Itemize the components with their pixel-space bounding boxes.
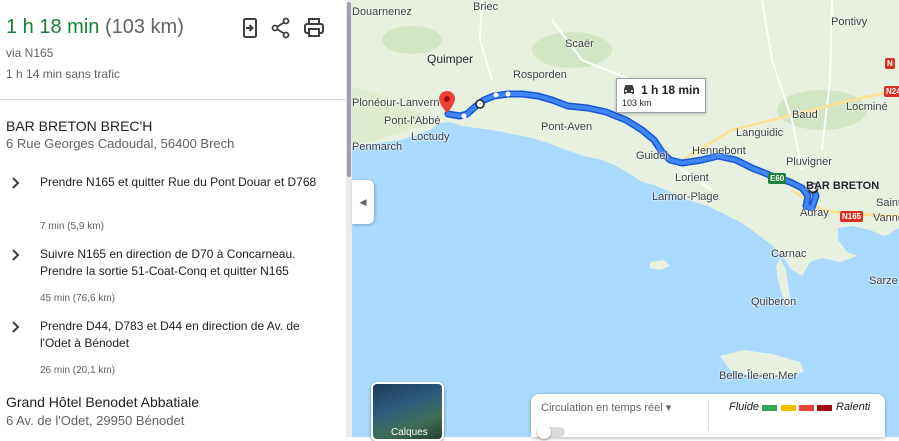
car-icon bbox=[624, 85, 634, 94]
print-button[interactable] bbox=[302, 16, 326, 40]
traffic-swatch-fluid bbox=[762, 405, 777, 411]
map-label-baud: Baud bbox=[792, 109, 818, 121]
collapse-panel-button[interactable]: ◀ bbox=[352, 180, 374, 224]
map-label-ploneour: Plonéour-Lanvern bbox=[352, 97, 440, 109]
chevron-left-icon: ◀ bbox=[359, 196, 367, 207]
map-label-hennebont: Hennebont bbox=[692, 145, 746, 157]
map-label-locmine: Locminé bbox=[846, 101, 888, 113]
road-shield-n: N bbox=[885, 58, 895, 69]
map-label-douarnenez: Douarnenez bbox=[352, 6, 412, 18]
divider bbox=[0, 99, 346, 100]
map-label-quiberon: Quiberon bbox=[751, 296, 797, 308]
traffic-slow-label: Ralenti bbox=[836, 401, 871, 413]
map-label-pont-labbe: Pont-l'Abbé bbox=[384, 115, 441, 127]
layers-label: Calques bbox=[391, 427, 428, 438]
step-instruction: Suivre N165 en direction de D70 à Concar… bbox=[40, 247, 296, 278]
map-label-pluvigner: Pluvigner bbox=[786, 156, 832, 168]
route-info-callout[interactable]: 1 h 18 min 103 km bbox=[616, 78, 706, 113]
map-label-rosporden: Rosporden bbox=[513, 69, 567, 81]
route-no-traffic-time: 1 h 14 min sans trafic bbox=[6, 67, 121, 81]
traffic-dropdown-label: Circulation en temps réel bbox=[541, 402, 663, 414]
traffic-legend: Circulation en temps réel ▾ Fluide Ralen… bbox=[531, 394, 885, 439]
traffic-dropdown[interactable]: Circulation en temps réel ▾ bbox=[541, 401, 671, 414]
chevron-right-icon bbox=[12, 249, 20, 261]
chevron-right-icon bbox=[12, 321, 20, 333]
traffic-fluid-label: Fluide bbox=[729, 401, 759, 413]
step-time: 7 min (5,9 km) bbox=[40, 221, 104, 232]
share-button[interactable] bbox=[269, 16, 293, 40]
divider bbox=[708, 400, 709, 430]
traffic-swatch-slow bbox=[817, 405, 832, 411]
print-icon bbox=[304, 18, 324, 37]
map-label-languidic: Languidic bbox=[736, 127, 784, 139]
origin-address: 6 Rue Georges Cadoudal, 56400 Brech bbox=[6, 136, 235, 151]
map-label-saint: Saint bbox=[876, 197, 899, 209]
map-label-auray: Auray bbox=[800, 207, 829, 219]
destination-address: 6 Av. de l'Odet, 29950 Bénodet bbox=[6, 413, 185, 428]
dropdown-arrow-icon: ▾ bbox=[665, 402, 672, 414]
map-label-quimper: Quimper bbox=[427, 52, 474, 66]
origin-map-label: BAR BRETON bbox=[806, 180, 880, 192]
map-label-larmor-plage: Larmor-Plage bbox=[652, 191, 719, 203]
destination-pin-icon[interactable] bbox=[439, 91, 455, 113]
map-label-carnac: Carnac bbox=[771, 248, 807, 260]
directions-panel: 1 h 18 min (103 km) via N165 1 h 14 min … bbox=[0, 0, 346, 437]
route-callout-distance: 103 km bbox=[622, 98, 652, 108]
traffic-swatch-moderate bbox=[781, 405, 796, 411]
road-shield-n24: N24 bbox=[884, 86, 899, 97]
map-label-sarzeau: Sarze bbox=[869, 275, 898, 287]
step-time: 26 min (20,1 km) bbox=[40, 365, 116, 376]
step-time: 45 min (76,6 km) bbox=[40, 293, 116, 304]
traffic-toggle[interactable] bbox=[537, 425, 565, 439]
route-summary: 1 h 18 min (103 km) bbox=[6, 16, 184, 39]
destination-name: Grand Hôtel Benodet Abbatiale bbox=[6, 394, 200, 410]
map-label-penmarch: Penmarch bbox=[352, 141, 403, 153]
map-label-vannes: Vanne bbox=[873, 212, 899, 224]
road-shield-n165: N165 bbox=[840, 211, 864, 222]
map-label-belle-ile: Belle-Île-en-Mer bbox=[719, 370, 798, 382]
map-label-pont-aven: Pont-Aven bbox=[541, 121, 593, 133]
panel-scrollbar-thumb[interactable] bbox=[347, 2, 351, 177]
layers-button[interactable]: Calques bbox=[371, 382, 444, 441]
map-label-pontivy: Pontivy bbox=[831, 16, 868, 28]
road-shield-e60: E60 bbox=[768, 173, 787, 184]
share-icon bbox=[271, 17, 290, 39]
step-instruction: Prendre D44, D783 et D44 en direction de… bbox=[40, 319, 300, 350]
map-label-scaer: Scaër bbox=[565, 38, 594, 50]
map-label-loctudy: Loctudy bbox=[411, 131, 450, 143]
chevron-right-icon bbox=[12, 177, 20, 189]
traffic-swatch-heavy bbox=[799, 405, 814, 411]
origin-name: BAR BRETON BREC'H bbox=[6, 118, 153, 134]
map-label-briec: Briec bbox=[473, 1, 499, 13]
map-label-lorient: Lorient bbox=[675, 172, 709, 184]
map-label-guidel: Guidel bbox=[636, 150, 668, 162]
step-instruction: Prendre N165 et quitter Rue du Pont Doua… bbox=[40, 175, 317, 189]
route-callout-duration: 1 h 18 min bbox=[641, 83, 700, 97]
send-to-phone-button[interactable] bbox=[238, 16, 262, 40]
route-duration: 1 h 18 min bbox=[6, 16, 100, 38]
route-via: via N165 bbox=[6, 46, 54, 60]
route-distance: (103 km) bbox=[104, 16, 184, 38]
send-to-phone-icon bbox=[243, 18, 257, 38]
